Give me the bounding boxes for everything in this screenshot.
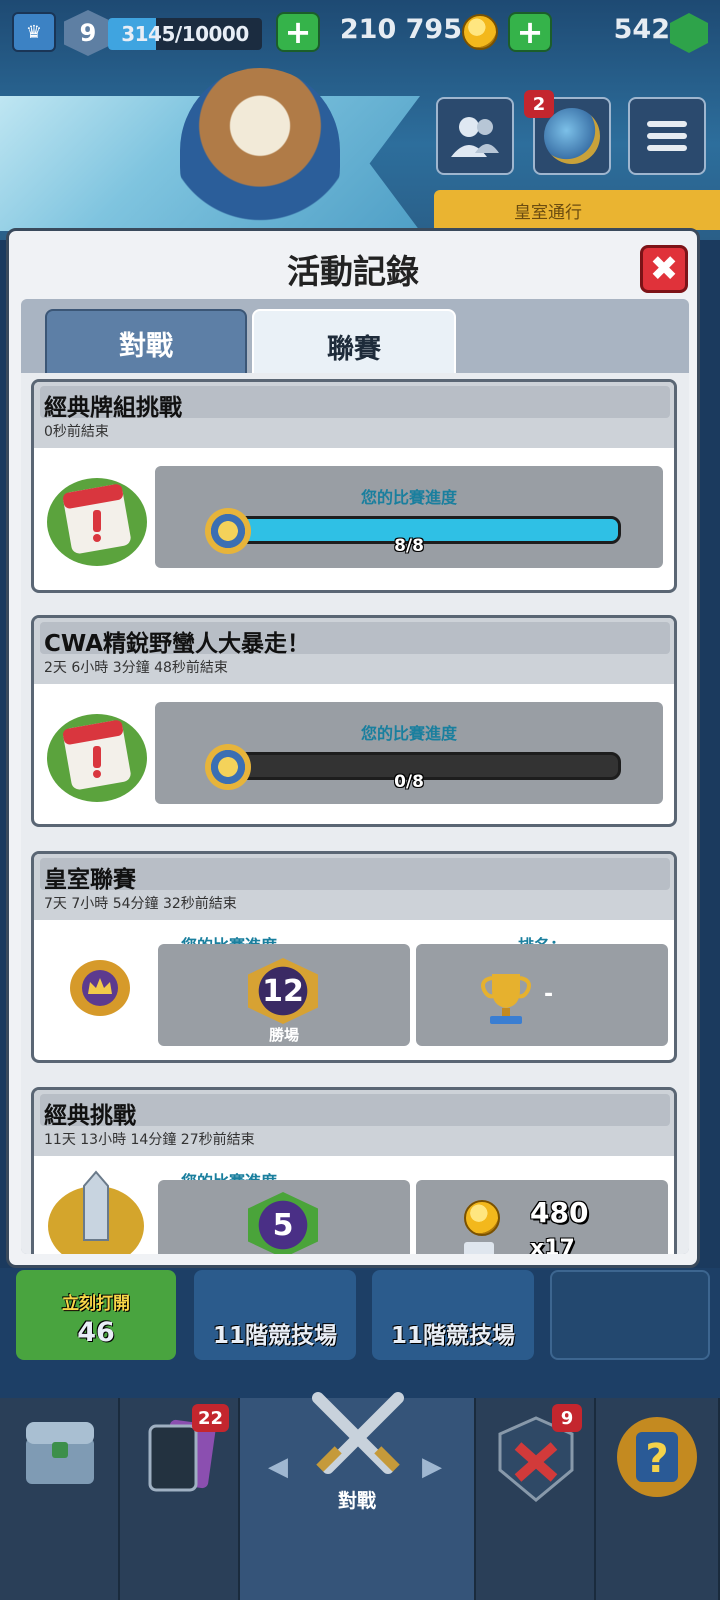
activity-log-modal: 活動記錄 ✖ 對戰 聯賽 經典牌組挑戰 0秒前結束 您的比賽進度 8/8 CWA… (6, 228, 700, 1268)
event-ended-time: 2天 6小時 3分鐘 48秒前結束 (44, 660, 228, 676)
event-title: 皇室聯賽 (44, 867, 136, 893)
add-gems-button[interactable]: + (508, 12, 552, 52)
wins-badge: 12 (248, 958, 318, 1024)
event-header: 經典牌組挑戰 0秒前結束 (34, 382, 674, 448)
open-now-cost: 46 (77, 1317, 115, 1348)
progress-medal-icon (205, 508, 251, 554)
rank-panel: - (416, 944, 668, 1046)
wins-value: 12 (262, 973, 304, 1009)
empty-chest-slot[interactable] (550, 1270, 710, 1360)
event-card-classic-challenge[interactable]: 經典挑戰 11天 13小時 14分鐘 27秒前結束 您的比賽進度 5 480 (31, 1087, 677, 1254)
bottom-nav: 22 ◀ ▶ 對戰 9 ? (0, 1392, 720, 1600)
wins-panel: 12 勝場 (158, 944, 410, 1046)
progress-label: 您的比賽進度 (360, 488, 457, 507)
nav-battle[interactable]: ◀ ▶ 對戰 (240, 1392, 476, 1600)
wins-label: 勝場 (268, 1026, 299, 1044)
trophy-icon (481, 974, 531, 1024)
level-badge[interactable]: 9 (64, 10, 112, 56)
event-header: CWA精銳野蠻人大暴走！ 2天 6小時 3分鐘 48秒前結束 (34, 618, 674, 684)
reward-panel: 480 x17 (416, 1180, 668, 1254)
royal-pass-button[interactable]: 皇室通行 (434, 190, 720, 230)
event-header: 經典挑戰 11天 13小時 14分鐘 27秒前結束 (34, 1090, 674, 1156)
open-now-chest[interactable]: 立刻打開 46 (16, 1270, 176, 1360)
progress-medal-icon (205, 744, 251, 790)
nav-events[interactable]: ? (596, 1398, 720, 1600)
reward-gold-amount: 480 (530, 1196, 589, 1229)
level-value: 9 (79, 19, 97, 47)
xp-bar[interactable]: 3145/10000 (108, 18, 262, 50)
banner-character-image (180, 68, 340, 233)
gold-amount: 210 795 (339, 14, 462, 45)
tab-battle[interactable]: 對戰 (45, 309, 247, 377)
xp-text: 3145/10000 (121, 22, 249, 46)
events-question-icon: ? (617, 1417, 697, 1497)
globe-crown-icon (544, 108, 600, 164)
friends-icon (451, 117, 499, 157)
event-title: 經典挑戰 (44, 1103, 136, 1129)
nav-shop[interactable] (0, 1398, 120, 1600)
add-gold-button[interactable]: + (276, 12, 320, 52)
calendar-laurel-icon (47, 478, 147, 566)
open-now-label: 立刻打開 (62, 1294, 130, 1314)
event-title: CWA精銳野蠻人大暴走！ (44, 631, 311, 657)
modal-header: 活動記錄 ✖ (9, 231, 697, 301)
rank-value: - (544, 982, 554, 1007)
wins-panel: 5 (158, 1180, 410, 1254)
battle-nav-label: 對戰 (337, 1490, 376, 1512)
chest-arena-label-1: 11階競技場 (212, 1323, 337, 1349)
reward-cards-icon (464, 1242, 494, 1254)
chest-slot-3[interactable]: 11階競技場 (372, 1270, 534, 1360)
top-hud: ♛ 9 3145/10000 + 210 795 + 542 (0, 0, 720, 66)
tab-league[interactable]: 聯賽 (252, 309, 456, 383)
event-title: 經典牌組挑戰 (44, 395, 182, 421)
progress-label: 您的比賽進度 (360, 724, 457, 743)
close-button[interactable]: ✖ (640, 245, 688, 293)
king-level-icon[interactable]: ♛ (12, 12, 56, 52)
calendar-laurel-icon (47, 714, 147, 802)
crossed-swords-icon (312, 1392, 404, 1474)
menu-button[interactable] (628, 97, 706, 175)
progress-panel: 您的比賽進度 0/8 (155, 702, 663, 804)
friends-notification-badge: 2 (524, 90, 554, 118)
gem-icon (670, 13, 708, 53)
hamburger-menu-icon (647, 121, 687, 151)
progress-panel: 您的比賽進度 8/8 (155, 466, 663, 568)
gold-coin-icon (462, 14, 498, 50)
event-ended-time: 11天 13小時 14分鐘 27秒前結束 (44, 1132, 255, 1148)
wins-value: 5 (272, 1207, 294, 1243)
event-card-classic-deck[interactable]: 經典牌組挑戰 0秒前結束 您的比賽進度 8/8 (31, 379, 677, 593)
chevron-left-icon[interactable]: ◀ (268, 1452, 288, 1482)
gem-amount: 542 (613, 14, 670, 45)
event-ended-time: 7天 7小時 54分鐘 32秒前結束 (44, 896, 237, 912)
friends-button[interactable] (436, 97, 514, 175)
svg-text:?: ? (645, 1436, 668, 1482)
royal-pass-label: 皇室通行 (514, 203, 582, 223)
reward-gold-coin-icon (464, 1200, 500, 1236)
clan-notification-badge: 9 (552, 1404, 582, 1432)
event-header: 皇室聯賽 7天 7小時 54分鐘 32秒前結束 (34, 854, 674, 920)
chest-slot-2[interactable]: 11階競技場 (194, 1270, 356, 1360)
chest-arena-label-2: 11階競技場 (390, 1323, 515, 1349)
event-card-royal-league[interactable]: 皇室聯賽 7天 7小時 54分鐘 32秒前結束 您的比賽進度 12 勝場 排名： (31, 851, 677, 1063)
chevron-right-icon[interactable]: ▶ (422, 1452, 442, 1482)
royal-league-badge-icon (70, 960, 130, 1016)
modal-body: 對戰 聯賽 經典牌組挑戰 0秒前結束 您的比賽進度 8/8 CWA精銳野蠻人大暴… (21, 299, 689, 1254)
reward-cards-amount: x17 (530, 1236, 575, 1254)
event-card-cwa-barbarian[interactable]: CWA精銳野蠻人大暴走！ 2天 6小時 3分鐘 48秒前結束 您的比賽進度 0/… (31, 615, 677, 827)
event-list[interactable]: 經典牌組挑戰 0秒前結束 您的比賽進度 8/8 CWA精銳野蠻人大暴走！ 2天 … (21, 373, 689, 1254)
shop-chest-icon (26, 1422, 94, 1484)
cards-notification-badge: 22 (192, 1404, 230, 1432)
modal-title: 活動記錄 (287, 252, 419, 291)
event-ended-time: 0秒前結束 (44, 424, 109, 440)
wins-badge: 5 (248, 1192, 318, 1254)
